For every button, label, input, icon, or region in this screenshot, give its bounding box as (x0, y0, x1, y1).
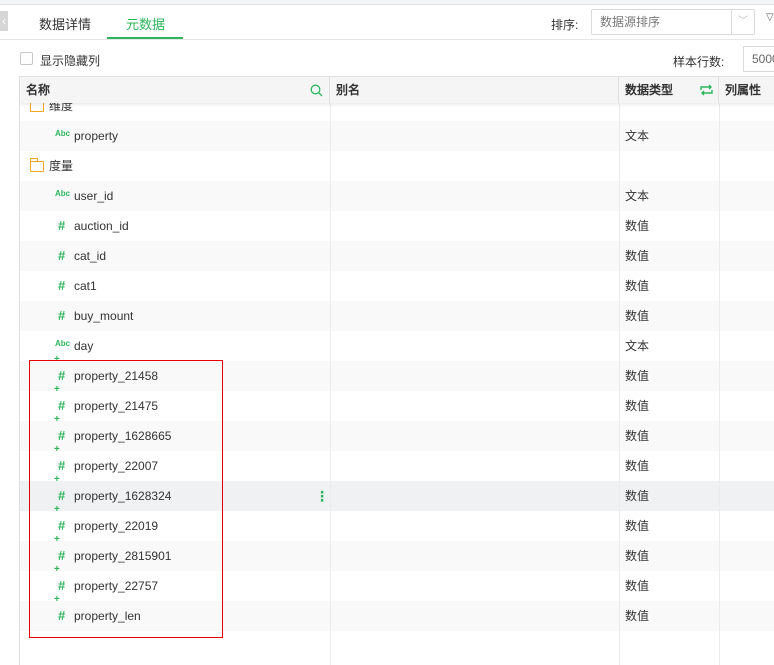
number-type-icon: # (58, 278, 66, 293)
column-header-attr: 列属性 (725, 83, 762, 97)
collapse-left-button[interactable]: ‹ (0, 11, 8, 31)
convert-icon[interactable] (700, 84, 713, 96)
field-type[interactable]: 数值 (625, 451, 649, 481)
sort-value: 数据源排序 (600, 15, 661, 29)
text-type-icon: Abc (55, 129, 71, 138)
field-name: user_id (74, 189, 114, 203)
sample-rows-label: 样本行数: (673, 55, 725, 69)
field-name: cat_id (74, 249, 107, 263)
table-header: 名称 别名 数据类型 列属性 (20, 77, 774, 103)
field-type[interactable]: 数值 (625, 571, 649, 601)
field-name: cat1 (74, 279, 97, 293)
tab-data-details[interactable]: 数据详情 (39, 14, 91, 33)
show-hidden-label[interactable]: 显示隐藏列 (40, 52, 100, 69)
field-type[interactable]: 数值 (625, 241, 649, 271)
column-divider (719, 103, 720, 665)
field-type[interactable]: 数值 (625, 511, 649, 541)
field-name: property (74, 129, 119, 143)
field-type[interactable]: 文本 (625, 121, 649, 151)
search-icon[interactable] (310, 84, 323, 97)
folder-row[interactable]: 度量 (20, 151, 774, 181)
column-type-label: 数据类型 (625, 83, 674, 97)
table-row[interactable]: Abc day 文本 (20, 331, 774, 361)
field-type[interactable]: 文本 (625, 331, 649, 361)
field-type[interactable]: 数值 (625, 211, 649, 241)
folder-icon (29, 158, 44, 172)
field-type[interactable]: 数值 (625, 421, 649, 451)
text-type-icon: Abc (55, 189, 71, 198)
table-row[interactable]: # cat_id 数值 (20, 241, 774, 271)
filter-icon[interactable]: ▽ (766, 12, 774, 23)
chevron-down-icon[interactable]: ﹀ (731, 10, 754, 34)
field-name: auction_id (74, 219, 129, 233)
show-hidden-checkbox[interactable] (20, 52, 33, 65)
field-type[interactable]: 文本 (625, 181, 649, 211)
field-type[interactable]: 数值 (625, 271, 649, 301)
top-bar (0, 0, 774, 5)
folder-row[interactable]: 维度 (20, 103, 774, 121)
column-name-label: 名称 (26, 83, 51, 97)
column-divider (619, 103, 620, 665)
field-type[interactable]: 数值 (625, 481, 649, 511)
field-name: day (74, 339, 94, 353)
highlight-box (29, 360, 223, 638)
column-header-alias: 别名 (330, 77, 619, 103)
sample-rows-input[interactable]: 5000 (743, 46, 774, 72)
column-header-name: 名称 (20, 77, 330, 103)
field-type[interactable]: 数值 (625, 541, 649, 571)
more-options-icon[interactable]: ⋮ (315, 481, 329, 511)
number-type-icon: # (58, 308, 66, 323)
table-row[interactable]: # buy_mount 数值 (20, 301, 774, 331)
tab-divider (0, 39, 774, 40)
field-name: buy_mount (74, 309, 134, 323)
table-row[interactable]: # cat1 数值 (20, 271, 774, 301)
field-type[interactable]: 数值 (625, 361, 649, 391)
table-row[interactable]: Abc user_id 文本 (20, 181, 774, 211)
tab-metadata[interactable]: 元数据 (126, 14, 165, 33)
field-type[interactable]: 数值 (625, 391, 649, 421)
field-type[interactable]: 数值 (625, 601, 649, 631)
folder-name: 度量 (49, 159, 74, 173)
field-type[interactable]: 数值 (625, 301, 649, 331)
table-row[interactable]: # auction_id 数值 (20, 211, 774, 241)
column-divider (330, 103, 331, 665)
column-header-type: 数据类型 (619, 77, 719, 103)
number-type-icon: # (58, 248, 66, 263)
number-type-icon: # (58, 218, 66, 233)
sort-label: 排序: (551, 18, 579, 32)
sort-select[interactable]: 数据源排序 ﹀ (591, 9, 755, 35)
table-row[interactable]: Abc property 文本 (20, 121, 774, 151)
folder-icon (30, 103, 44, 112)
